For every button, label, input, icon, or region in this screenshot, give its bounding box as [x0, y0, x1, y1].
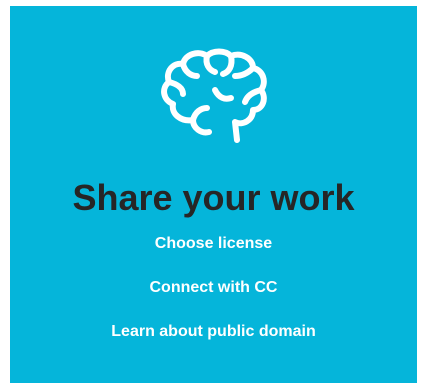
learn-about-public-domain-link[interactable]: Learn about public domain: [111, 322, 315, 342]
choose-license-link[interactable]: Choose license: [155, 234, 272, 254]
card-links: Choose license Connect with CC Learn abo…: [111, 234, 315, 366]
brain-icon: [149, 48, 279, 148]
card-title: Share your work: [72, 177, 355, 218]
connect-with-cc-link[interactable]: Connect with CC: [149, 278, 277, 298]
share-your-work-card: Share your work Choose license Connect w…: [10, 6, 417, 383]
